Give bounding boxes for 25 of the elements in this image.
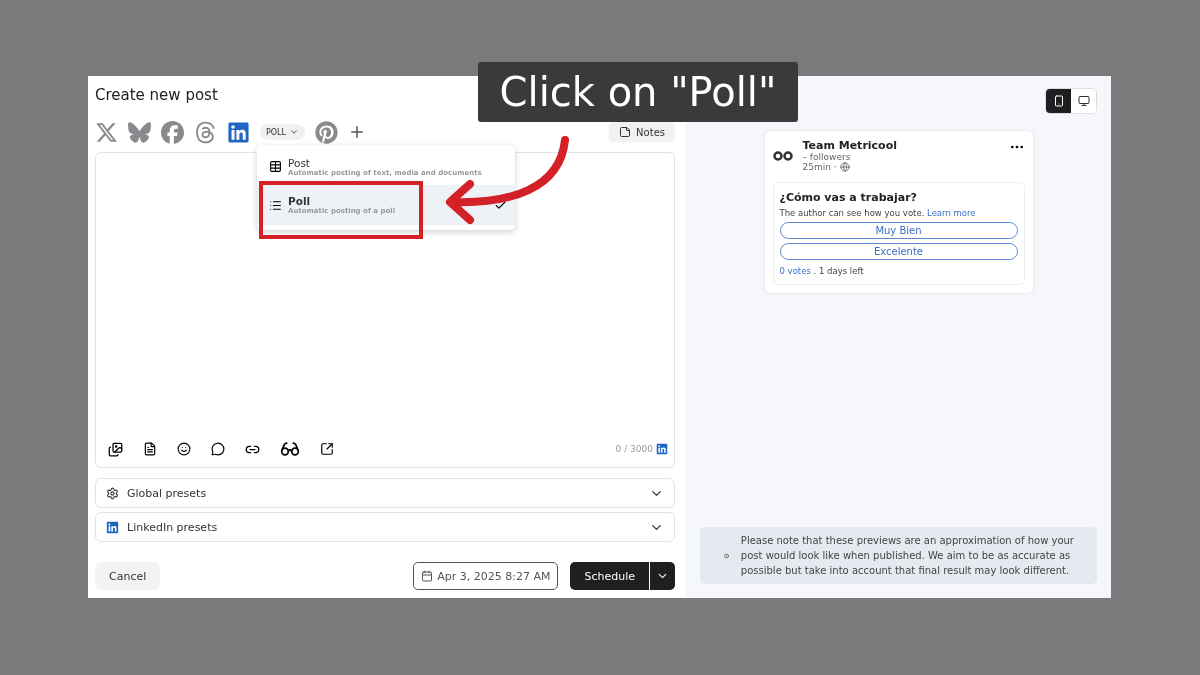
menu-item-title: Poll [288, 195, 312, 207]
votes-link[interactable]: 0 votes [779, 266, 811, 276]
disclaimer-text: Please note that these previews are an approximation of how your post would look like when published. We aim to be as accurate as possible but take into account that final result may look different. [740, 534, 1075, 578]
cancel-button[interactable]: Cancel [95, 562, 161, 590]
dialog-title: Create new post [95, 86, 218, 106]
poll-note: The author can see how you vote. Learn more [779, 208, 977, 218]
notes-button[interactable]: Notes [609, 122, 675, 142]
presets-label: LinkedIn presets [127, 520, 218, 534]
post-type-dropdown[interactable]: POLL [260, 124, 306, 140]
presets-label: Global presets [127, 486, 207, 500]
author-name: Team Metricool [802, 139, 898, 152]
post-time: 25min · [802, 162, 837, 172]
instruction-callout: Click on "Poll" [478, 62, 798, 122]
followers-count: – followers [802, 152, 852, 162]
poll-status: 0 votes . 1 days left [779, 266, 865, 276]
schedule-button[interactable]: Schedule [570, 562, 649, 590]
date-picker[interactable]: Apr 3, 2025 8:27 AM [413, 562, 559, 590]
menu-item-title: Post [288, 156, 311, 169]
presets-accordion[interactable]: LinkedIn presets [95, 512, 675, 542]
character-counter: 0 / 3000 [615, 443, 668, 455]
presets-accordion[interactable]: Global presets [95, 478, 675, 508]
learn-more-link[interactable]: Learn more [927, 208, 976, 218]
poll-option-button[interactable]: Excelente [779, 243, 1018, 260]
poll-question: ¿Cómo vas a trabajar? [779, 191, 918, 204]
poll-option-button[interactable]: Muy Bien [779, 222, 1018, 239]
